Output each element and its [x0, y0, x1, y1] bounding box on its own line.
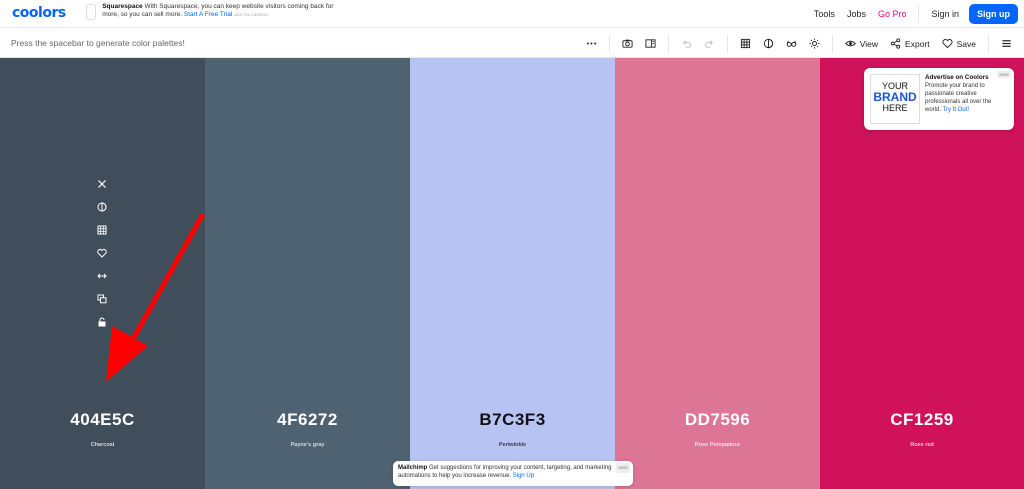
view-shades-button[interactable] [96, 224, 108, 236]
ad-tag: ADS VIA CARBON [234, 12, 268, 17]
sun-icon [809, 38, 820, 49]
mailchimp-ad[interactable]: Mailchimp Get suggestions for improving … [393, 461, 633, 486]
grid-icon [97, 225, 107, 235]
swatch-color-name: Payne's gray [290, 442, 325, 448]
heart-icon [942, 39, 953, 49]
save-button[interactable]: Save [942, 29, 976, 58]
toolbar: Press the spacebar to generate color pal… [0, 29, 1024, 58]
export-label: Export [905, 38, 930, 49]
grid-view-button[interactable] [740, 29, 751, 58]
redo-icon [704, 40, 713, 48]
grid-icon [740, 38, 750, 49]
panel-button[interactable] [645, 29, 656, 58]
more-options-button[interactable] [586, 29, 597, 58]
sign-up-link[interactable]: Sign Up [513, 473, 534, 479]
swatch-hex[interactable]: B7C3F3 [410, 410, 615, 430]
share-icon [890, 38, 901, 49]
close-icon [98, 180, 106, 188]
redo-button[interactable] [704, 29, 715, 58]
contrast-icon [763, 38, 773, 49]
hide-ad-button[interactable]: HIDE [997, 71, 1011, 78]
lock-icon [98, 317, 106, 327]
swatch-color-name: Charcoal [90, 442, 115, 448]
menu-button[interactable] [1001, 29, 1012, 58]
sign-in-link[interactable]: Sign in [931, 9, 959, 19]
shades-button[interactable] [96, 201, 108, 213]
swatch-hex[interactable]: 4F6272 [205, 410, 410, 430]
nav-go-pro[interactable]: Go Pro [878, 9, 907, 19]
drag-icon [97, 273, 107, 279]
glasses-button[interactable] [786, 29, 797, 58]
export-button[interactable]: Export [890, 29, 930, 58]
ad-cta-link[interactable]: Start A Free Trial [184, 11, 232, 18]
remove-color-button[interactable] [96, 178, 108, 190]
swatch-3[interactable]: B7C3F3 Periwinkle [410, 58, 615, 489]
hamburger-menu-icon [1002, 40, 1011, 47]
hide-bottom-ad-button[interactable]: HIDE [616, 463, 630, 473]
try-it-out-link[interactable]: Try It Out! [943, 107, 969, 113]
view-button[interactable]: View [844, 29, 879, 58]
swatch-hex[interactable]: CF1259 [820, 410, 1024, 430]
toolbar-tools: View Export Save [586, 29, 1024, 58]
brand-placeholder: YOUR BRAND HERE [870, 74, 920, 124]
contrast-button[interactable] [763, 29, 774, 58]
squarespace-logo-icon [86, 4, 97, 20]
sign-up-button[interactable]: Sign up [969, 4, 1018, 24]
top-bar: coolors Squarespace With Squarespace, yo… [0, 0, 1024, 28]
nav-divider [918, 5, 920, 23]
brightness-button[interactable] [809, 29, 820, 58]
undo-button[interactable] [681, 29, 692, 58]
glasses-icon [786, 40, 797, 47]
ad-title: Squarespace [102, 3, 143, 10]
mailchimp-text: Get suggestions for improving your conte… [398, 465, 612, 479]
swatch-2[interactable]: 4F6272 Payne's gray [205, 58, 410, 489]
contrast-icon [97, 202, 107, 212]
heart-icon [97, 248, 107, 258]
swatch-color-name: Rose red [910, 442, 934, 448]
save-color-button[interactable] [96, 247, 108, 259]
view-label: View [859, 38, 879, 49]
panel-icon [645, 39, 656, 48]
ad-card-title: Advertise on Coolors [925, 74, 989, 81]
drag-color-button[interactable] [96, 270, 108, 282]
nav-tools[interactable]: Tools [814, 9, 835, 19]
save-label: Save [956, 38, 976, 49]
spacebar-hint: Press the spacebar to generate color pal… [11, 38, 185, 48]
swatch-4[interactable]: DD7596 Rose Pompadour [615, 58, 820, 489]
top-ad[interactable]: Squarespace With Squarespace, you can ke… [86, 3, 336, 25]
eye-icon [844, 40, 856, 47]
more-icon [586, 42, 596, 45]
mailchimp-title: Mailchimp [398, 465, 428, 471]
brand-line-3: HERE [882, 103, 908, 113]
advertise-card[interactable]: YOUR BRAND HERE Advertise on Coolors Pro… [864, 68, 1014, 130]
swatch-color-name: Rose Pompadour [694, 442, 741, 448]
coolors-logo[interactable]: coolors [12, 5, 66, 21]
copy-color-button[interactable] [96, 293, 108, 305]
camera-button[interactable] [622, 29, 633, 58]
undo-icon [682, 40, 691, 48]
camera-icon [622, 39, 633, 48]
swatch-tools [96, 178, 108, 339]
brand-line-2: BRAND [873, 90, 917, 104]
swatch-color-name: Periwinkle [498, 442, 527, 448]
nav-jobs[interactable]: Jobs [847, 9, 866, 19]
copy-icon [97, 294, 107, 304]
swatch-hex[interactable]: 404E5C [0, 410, 205, 430]
lock-color-button[interactable] [96, 316, 108, 328]
nav: Tools Jobs Go Pro Sign in Sign up [802, 3, 1018, 25]
swatch-hex[interactable]: DD7596 [615, 410, 820, 430]
